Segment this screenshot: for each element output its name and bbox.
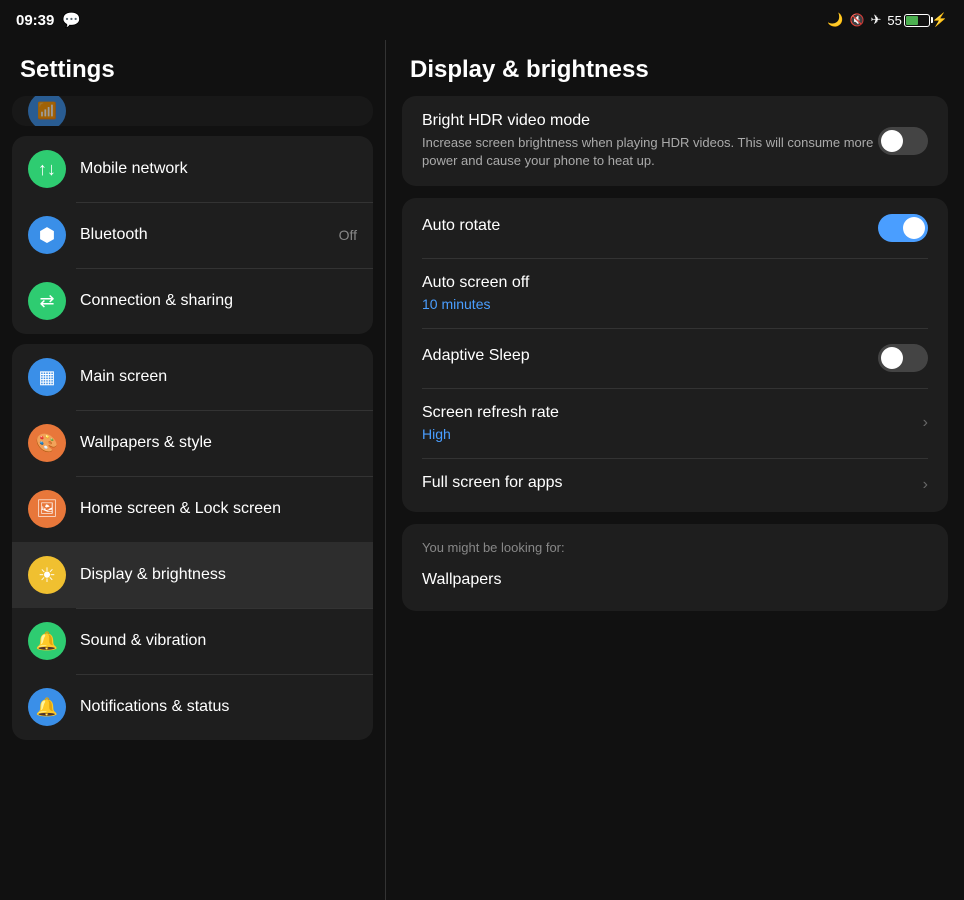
- right-panel: Display & brightness Bright HDR video mo…: [386, 40, 964, 900]
- home-lock-screen-icon: 🖼: [28, 490, 66, 528]
- home-lock-screen-label: Home screen & Lock screen: [80, 500, 357, 518]
- sidebar-item-wallpapers-style[interactable]: 🎨 Wallpapers & style: [12, 410, 373, 476]
- main-screen-icon: ▦: [28, 358, 66, 396]
- sidebar-item-display-brightness[interactable]: ☀ Display & brightness: [12, 542, 373, 608]
- left-panel: Settings 📶 ↑↓ Mobile network ⬢: [0, 40, 385, 900]
- display-brightness-title: Display & brightness: [386, 40, 964, 96]
- auto-screen-off-title: Auto screen off: [422, 274, 928, 292]
- bright-hdr-subtitle: Increase screen brightness when playing …: [422, 134, 878, 170]
- moon-icon: 🌙: [827, 12, 843, 28]
- full-screen-apps-title: Full screen for apps: [422, 474, 923, 492]
- screen-refresh-rate-title: Screen refresh rate: [422, 404, 923, 422]
- right-scroll: Bright HDR video mode Increase screen br…: [386, 96, 964, 900]
- settings-title: Settings: [0, 40, 385, 96]
- auto-rotate-toggle-thumb: [903, 217, 925, 239]
- screen-refresh-rate-chevron: ›: [923, 414, 928, 432]
- connection-sharing-label: Connection & sharing: [80, 292, 357, 310]
- full-screen-apps-item[interactable]: Full screen for apps ›: [402, 458, 948, 512]
- auto-screen-off-left: Auto screen off 10 minutes: [422, 274, 928, 312]
- mobile-network-label: Mobile network: [80, 160, 357, 178]
- battery-box: 55 ⚡: [887, 12, 948, 28]
- bluetooth-icon: ⬢: [28, 216, 66, 254]
- bolt-icon: ⚡: [932, 12, 948, 28]
- bright-hdr-left: Bright HDR video mode Increase screen br…: [422, 112, 878, 170]
- status-bar: 09:39 💬 🌙 🔇 ✈ 55 ⚡: [0, 0, 964, 40]
- network-settings-group: ↑↓ Mobile network ⬢ Bluetooth Off ⇄ Conn…: [12, 136, 373, 334]
- full-screen-apps-chevron: ›: [923, 476, 928, 494]
- display-brightness-icon: ☀: [28, 556, 66, 594]
- adaptive-sleep-left: Adaptive Sleep: [422, 347, 878, 369]
- adaptive-sleep-toggle-thumb: [881, 347, 903, 369]
- sound-vibration-icon: 🔔: [28, 622, 66, 660]
- time-display: 09:39: [16, 12, 54, 29]
- suggestion-card: You might be looking for: Wallpapers: [402, 524, 948, 611]
- hdr-card: Bright HDR video mode Increase screen br…: [402, 96, 948, 186]
- bluetooth-label: Bluetooth: [80, 226, 339, 244]
- sidebar-item-sound-vibration[interactable]: 🔔 Sound & vibration: [12, 608, 373, 674]
- whatsapp-icon: 💬: [62, 11, 81, 29]
- bluetooth-badge: Off: [339, 227, 357, 243]
- display-settings-card: Auto rotate Auto screen off 10 minutes: [402, 198, 948, 512]
- mobile-network-icon: ↑↓: [28, 150, 66, 188]
- main-screen-label: Main screen: [80, 368, 357, 386]
- adaptive-sleep-item[interactable]: Adaptive Sleep: [402, 328, 948, 388]
- airplane-icon: ✈: [870, 12, 881, 28]
- auto-rotate-item[interactable]: Auto rotate: [402, 198, 948, 258]
- wallpapers-style-label: Wallpapers & style: [80, 434, 357, 452]
- bright-hdr-item[interactable]: Bright HDR video mode Increase screen br…: [402, 96, 948, 186]
- partial-icon: 📶: [28, 96, 66, 126]
- status-right: 🌙 🔇 ✈ 55 ⚡: [827, 12, 948, 28]
- notifications-status-icon: 🔔: [28, 688, 66, 726]
- sidebar-item-notifications-status[interactable]: 🔔 Notifications & status: [12, 674, 373, 740]
- main-layout: Settings 📶 ↑↓ Mobile network ⬢: [0, 40, 964, 900]
- display-settings-group: ▦ Main screen 🎨 Wallpapers & style 🖼 Hom…: [12, 344, 373, 740]
- sidebar-item-bluetooth[interactable]: ⬢ Bluetooth Off: [12, 202, 373, 268]
- suggestion-title: You might be looking for:: [422, 540, 928, 555]
- mute-icon: 🔇: [849, 13, 864, 27]
- sidebar-item-home-lock-screen[interactable]: 🖼 Home screen & Lock screen: [12, 476, 373, 542]
- sidebar-item-main-screen[interactable]: ▦ Main screen: [12, 344, 373, 410]
- auto-rotate-toggle[interactable]: [878, 214, 928, 242]
- full-screen-apps-left: Full screen for apps: [422, 474, 923, 496]
- bright-hdr-toggle[interactable]: [878, 127, 928, 155]
- wallpapers-style-icon: 🎨: [28, 424, 66, 462]
- suggestion-wallpapers[interactable]: Wallpapers: [422, 565, 928, 595]
- notifications-status-label: Notifications & status: [80, 698, 357, 716]
- display-brightness-label: Display & brightness: [80, 566, 357, 584]
- sidebar-item-mobile-network[interactable]: ↑↓ Mobile network: [12, 136, 373, 202]
- bright-hdr-title: Bright HDR video mode: [422, 112, 878, 130]
- connection-sharing-icon: ⇄: [28, 282, 66, 320]
- bright-hdr-toggle-thumb: [881, 130, 903, 152]
- partial-item: 📶: [12, 96, 373, 126]
- battery-fill: [906, 16, 918, 25]
- battery-level-text: 55: [887, 13, 901, 28]
- auto-rotate-left: Auto rotate: [422, 217, 878, 239]
- left-scroll: 📶 ↑↓ Mobile network ⬢ Bluetooth Off: [0, 96, 385, 900]
- status-left: 09:39 💬: [16, 11, 81, 29]
- sidebar-item-connection-sharing[interactable]: ⇄ Connection & sharing: [12, 268, 373, 334]
- screen-refresh-rate-item[interactable]: Screen refresh rate High ›: [402, 388, 948, 458]
- battery-indicator: [904, 14, 930, 27]
- adaptive-sleep-title: Adaptive Sleep: [422, 347, 878, 365]
- auto-rotate-title: Auto rotate: [422, 217, 878, 235]
- screen-refresh-rate-value: High: [422, 426, 923, 442]
- auto-screen-off-value: 10 minutes: [422, 296, 928, 312]
- auto-screen-off-item[interactable]: Auto screen off 10 minutes: [402, 258, 948, 328]
- screen-refresh-rate-left: Screen refresh rate High: [422, 404, 923, 442]
- adaptive-sleep-toggle[interactable]: [878, 344, 928, 372]
- sound-vibration-label: Sound & vibration: [80, 632, 357, 650]
